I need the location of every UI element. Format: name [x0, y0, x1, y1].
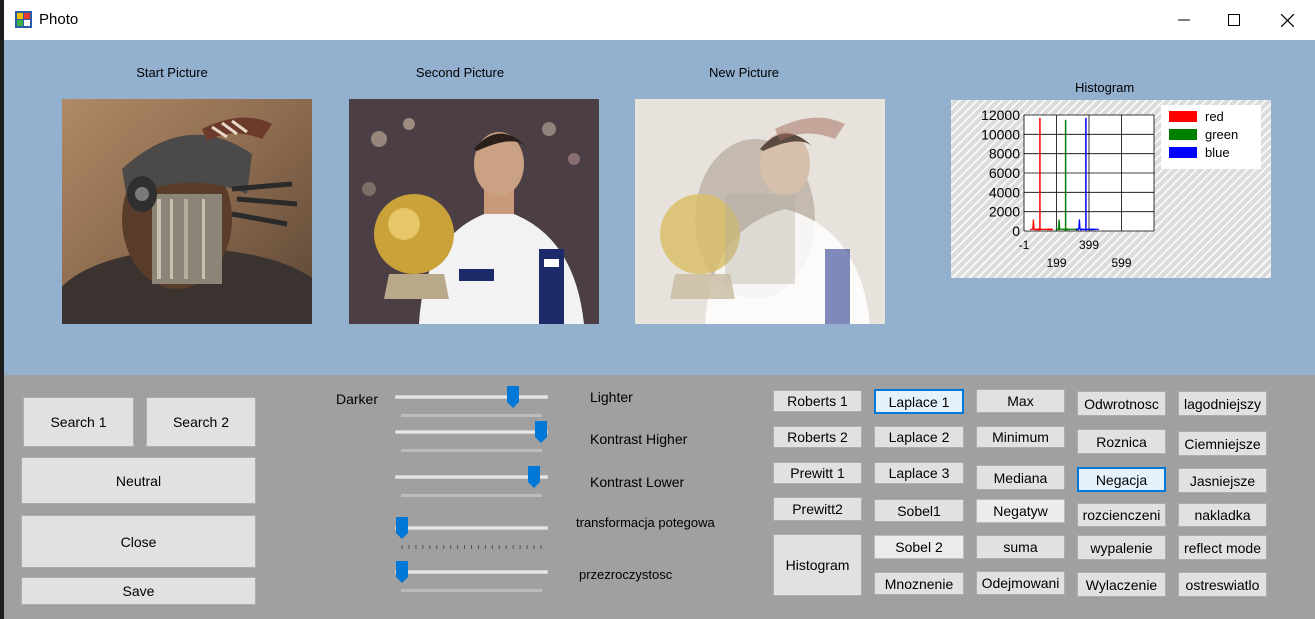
filter-button-negacja[interactable]: Negacja [1077, 467, 1166, 492]
window-title: Photo [39, 11, 79, 28]
filter-button-reflect-mode[interactable]: reflect mode [1178, 535, 1267, 560]
histogram-y-tick: 10000 [981, 126, 1020, 142]
second-picture-label: Second Picture [415, 65, 505, 80]
title-bar: Photo [4, 0, 1315, 40]
histogram-title: Histogram [1075, 80, 1135, 95]
filter-button-sobel1[interactable]: Sobel1 [874, 499, 964, 522]
filter-button-negatyw[interactable]: Negatyw [976, 499, 1065, 523]
minimize-button[interactable] [1159, 0, 1209, 40]
kontrast-higher-slider[interactable] [395, 421, 548, 452]
search-2-button[interactable]: Search 2 [146, 397, 256, 447]
maximize-icon [1228, 14, 1240, 26]
neutral-button[interactable]: Neutral [21, 457, 256, 504]
filter-button-mnoznenie[interactable]: Mnoznenie [874, 572, 964, 595]
histogram-button[interactable]: Histogram [773, 534, 862, 596]
slider-thumb[interactable] [396, 517, 408, 539]
filter-button-roberts-2[interactable]: Roberts 2 [773, 426, 862, 448]
filter-button-odwrotnosc[interactable]: Odwrotnosc [1077, 391, 1166, 416]
brightness-slider[interactable] [395, 386, 548, 417]
slider-track-shadow [401, 449, 542, 452]
histogram-y-tick: 12000 [981, 107, 1020, 123]
filter-button-ciemniejsze[interactable]: Ciemniejsze [1178, 431, 1267, 456]
filter-button-wylaczenie[interactable]: Wylaczenie [1077, 572, 1166, 597]
filter-button-laplace-1[interactable]: Laplace 1 [874, 389, 964, 414]
start-picture[interactable] [62, 99, 312, 324]
histogram-x-tick: 399 [1079, 238, 1099, 252]
lighter-label: Lighter [590, 389, 633, 405]
transformacja-slider[interactable] [395, 517, 548, 549]
kontrast-lower-label: Kontrast Lower [590, 474, 685, 490]
slider-thumb[interactable] [535, 421, 547, 443]
filter-button-roberts-1[interactable]: Roberts 1 [773, 390, 862, 412]
histogram-x-tick: -1 [1019, 238, 1030, 252]
legend-red: red [1205, 109, 1224, 124]
legend-green-swatch [1169, 129, 1197, 140]
legend-green: green [1205, 127, 1238, 142]
minimize-icon [1178, 19, 1190, 21]
histogram-y-tick: 2000 [989, 204, 1020, 220]
kontrast-higher-label: Kontrast Higher [590, 431, 688, 447]
slider-track-shadow [401, 494, 542, 497]
new-picture-label: New Picture [708, 65, 780, 80]
przezroczystosc-slider[interactable] [395, 561, 548, 592]
new-picture[interactable] [635, 99, 885, 324]
filter-button-sobel-2[interactable]: Sobel 2 [874, 535, 964, 559]
search-1-button[interactable]: Search 1 [23, 397, 134, 447]
histogram-y-tick: 0 [1012, 223, 1020, 239]
slider-ticks [401, 545, 542, 549]
histogram-x-tick: 199 [1046, 256, 1066, 270]
maximize-button[interactable] [1209, 0, 1259, 40]
filter-button-laplace-2[interactable]: Laplace 2 [874, 426, 964, 448]
slider-thumb[interactable] [507, 386, 520, 408]
slider-thumb[interactable] [528, 466, 541, 488]
legend-red-swatch [1169, 111, 1197, 122]
histogram-chart[interactable]: 120001000080006000400020000 -1 399199 599 … [951, 100, 1271, 278]
kontrast-lower-slider[interactable] [395, 466, 548, 497]
filter-button-minimum[interactable]: Minimum [976, 426, 1065, 448]
slider-track [395, 430, 548, 434]
filter-button-roznica[interactable]: Roznica [1077, 429, 1166, 454]
slider-track [395, 395, 548, 399]
control-panel: Search 1 Search 2 Neutral Close Save Dar… [4, 375, 1315, 619]
filter-button-laplace-3[interactable]: Laplace 3 [874, 462, 964, 484]
close-window-button[interactable] [1262, 0, 1312, 40]
legend-blue: blue [1205, 145, 1230, 160]
filter-button-odejmowani[interactable]: Odejmowani [976, 571, 1065, 595]
filter-button-jasniejsze[interactable]: Jasniejsze [1178, 468, 1267, 493]
slider-track [395, 570, 548, 574]
slider-track-shadow [401, 414, 542, 417]
histogram-y-tick: 4000 [989, 184, 1020, 200]
filter-button-wypalenie[interactable]: wypalenie [1077, 535, 1166, 560]
darker-label: Darker [336, 391, 379, 407]
filter-button-lagodniejszy[interactable]: lagodniejszy [1178, 391, 1267, 416]
picture-panel: Start Picture Second Picture New Picture [4, 40, 1315, 375]
filter-button-nakladka[interactable]: nakladka [1178, 503, 1267, 527]
close-button[interactable]: Close [21, 515, 256, 568]
photo-window: Photo Start Picture Second Picture New P… [4, 0, 1315, 619]
filter-button-max[interactable]: Max [976, 389, 1065, 413]
filter-button-prewitt-1[interactable]: Prewitt 1 [773, 462, 862, 484]
legend-blue-swatch [1169, 147, 1197, 158]
histogram-y-tick: 6000 [989, 165, 1020, 181]
slider-track [395, 475, 548, 479]
slider-thumb[interactable] [396, 561, 408, 583]
save-button[interactable]: Save [21, 577, 256, 605]
start-picture-label: Start Picture [136, 65, 208, 80]
histogram-legend: red green blue [1161, 105, 1261, 169]
filter-button-suma[interactable]: suma [976, 535, 1065, 559]
przezroczystosc-label: przezroczystosc [579, 567, 673, 582]
filter-button-mediana[interactable]: Mediana [976, 465, 1065, 490]
filter-button-rozcienczeni[interactable]: rozcienczeni [1077, 503, 1166, 527]
histogram-x-tick: 599 [1111, 256, 1131, 270]
filter-button-prewitt2[interactable]: Prewitt2 [773, 497, 862, 521]
filter-button-ostreswiatlo[interactable]: ostreswiatlo [1178, 572, 1267, 597]
slider-track-shadow [401, 589, 542, 592]
transformacja-label: transformacja potegowa [576, 515, 715, 530]
app-icon [15, 11, 32, 28]
histogram-y-tick: 8000 [989, 146, 1020, 162]
close-icon [1280, 13, 1294, 27]
slider-track [395, 526, 548, 530]
second-picture[interactable] [349, 99, 599, 324]
